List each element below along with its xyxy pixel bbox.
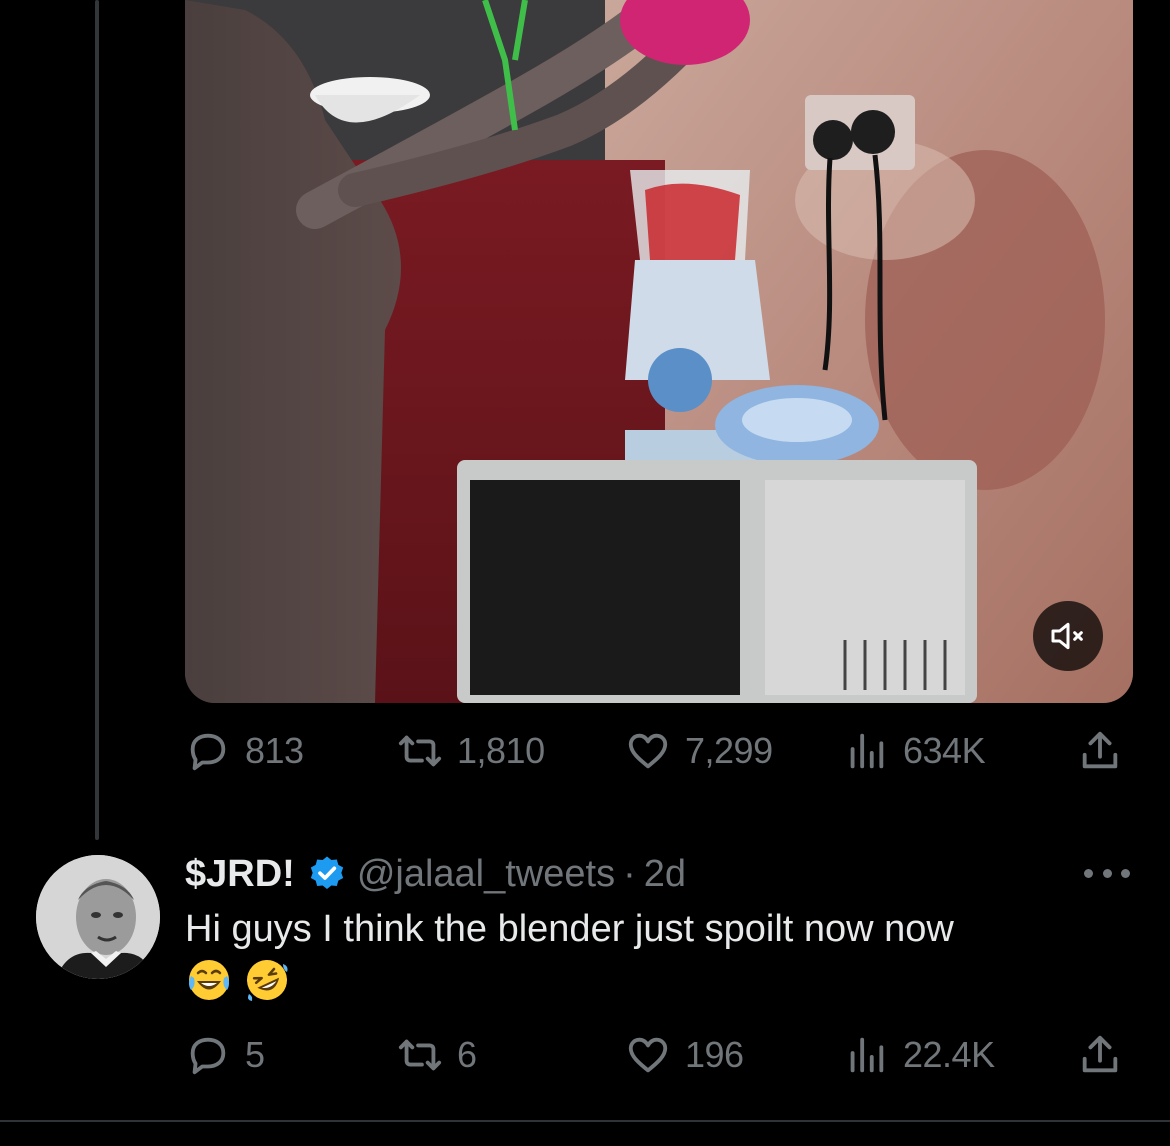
thread-connector-line	[95, 0, 99, 840]
like-count: 7,299	[685, 730, 773, 771]
views-count: 634K	[903, 730, 986, 771]
video-frame	[185, 0, 1133, 703]
share-button[interactable]	[1077, 1030, 1123, 1080]
verified-badge-icon[interactable]	[307, 854, 347, 894]
like-count: 196	[685, 1034, 744, 1075]
repost-icon	[398, 735, 442, 767]
reply-count: 813	[245, 730, 304, 771]
reply-icon	[190, 1037, 226, 1075]
reply-button[interactable]: 5	[185, 1030, 265, 1080]
face-with-tears-of-joy-icon	[189, 960, 229, 1000]
reply-emojis	[185, 956, 291, 1006]
views-chart-icon	[850, 1037, 884, 1073]
timestamp[interactable]: 2d	[644, 853, 686, 896]
avatar[interactable]	[36, 855, 160, 979]
reply-button[interactable]: 813	[185, 726, 304, 776]
repost-button[interactable]: 1,810	[397, 726, 545, 776]
heart-icon	[628, 1037, 668, 1073]
repost-icon	[398, 1039, 442, 1071]
reply-icon	[190, 733, 226, 771]
views-count: 22.4K	[903, 1034, 995, 1075]
more-dots-icon	[1084, 868, 1093, 878]
repost-button[interactable]: 6	[397, 1030, 477, 1080]
tweet-divider	[0, 1120, 1170, 1122]
reply-tweet-actions: 5 6 196 22.4K	[185, 1030, 1133, 1080]
views-button[interactable]: 22.4K	[843, 1030, 995, 1080]
share-button[interactable]	[1077, 726, 1123, 776]
user-handle[interactable]: @jalaal_tweets	[357, 853, 615, 896]
views-button[interactable]: 634K	[843, 726, 986, 776]
reply-text: Hi guys I think the blender just spoilt …	[185, 908, 954, 950]
like-button[interactable]: 196	[625, 1030, 744, 1080]
rolling-on-the-floor-laughing-icon	[247, 960, 288, 1001]
repost-count: 1,810	[457, 730, 545, 771]
reply-count: 5	[245, 1034, 265, 1075]
share-icon	[1082, 731, 1118, 769]
more-options-button[interactable]	[1084, 858, 1130, 888]
tweet-video[interactable]	[185, 0, 1133, 703]
repost-count: 6	[457, 1034, 477, 1075]
share-icon	[1082, 1035, 1118, 1073]
like-button[interactable]: 7,299	[625, 726, 773, 776]
parent-tweet-actions: 813 1,810 7,299 634K	[185, 726, 1133, 776]
reply-header: $JRD! @jalaal_tweets · 2d	[185, 848, 686, 900]
mute-toggle-button[interactable]	[1033, 601, 1103, 671]
heart-icon	[628, 733, 668, 769]
header-separator: ·	[623, 852, 636, 895]
speaker-muted-icon	[1051, 622, 1083, 650]
views-chart-icon	[850, 733, 884, 769]
avatar-portrait	[36, 855, 160, 979]
display-name[interactable]: $JRD!	[185, 853, 295, 896]
